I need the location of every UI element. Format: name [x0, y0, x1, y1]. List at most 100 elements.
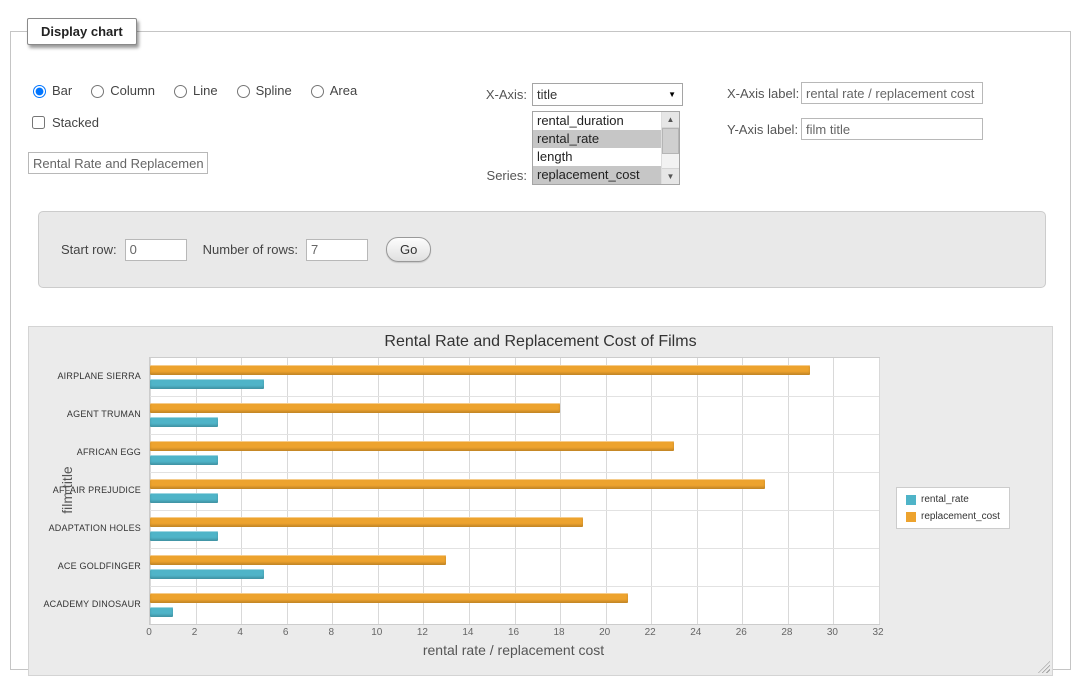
chart-bar-rental_rate — [150, 417, 218, 427]
listbox-scrollbar[interactable]: ▲ ▼ — [661, 112, 679, 184]
grid-line-v — [742, 358, 743, 624]
resize-handle-icon[interactable] — [1038, 661, 1050, 673]
chart-bar-replacement_cost — [150, 403, 560, 413]
series-option-rental_duration[interactable]: rental_duration — [533, 112, 661, 130]
x-axis-select[interactable]: title — [533, 84, 682, 105]
series-option-replacement_cost[interactable]: replacement_cost — [533, 166, 661, 184]
grid-line-v — [287, 358, 288, 624]
y-axis-title: film title — [59, 466, 75, 513]
x-axis-title: rental rate / replacement cost — [149, 642, 878, 658]
grid-line-v — [879, 358, 880, 624]
x-tick-label: 28 — [781, 627, 792, 638]
chart: Rental Rate and Replacement Cost of Film… — [28, 326, 1053, 676]
chart-bar-replacement_cost — [150, 479, 765, 489]
series-option-rental_rate[interactable]: rental_rate — [533, 130, 661, 148]
x-tick-label: 2 — [192, 627, 198, 638]
series-options: rental_durationrental_ratelengthreplacem… — [533, 112, 661, 184]
stacked-option[interactable]: Stacked — [28, 113, 99, 132]
x-tick-label: 10 — [371, 627, 382, 638]
legend-swatch-icon — [906, 512, 916, 522]
grid-line-v — [833, 358, 834, 624]
chart-type-column[interactable]: Column — [86, 82, 155, 98]
grid-line-v — [241, 358, 242, 624]
x-tick-label: 12 — [417, 627, 428, 638]
category-label: AGENT TRUMAN — [29, 409, 141, 419]
x-tick-label: 26 — [736, 627, 747, 638]
chart-bar-replacement_cost — [150, 441, 674, 451]
grid-line-v — [788, 358, 789, 624]
legend-item-replacement_cost[interactable]: replacement_cost — [906, 511, 1000, 522]
series-select-label: Series: — [431, 168, 527, 183]
category-label: AIRPLANE SIERRA — [29, 371, 141, 381]
grid-line-v — [560, 358, 561, 624]
start-row-label: Start row: — [61, 242, 117, 257]
scrollbar-thumb[interactable] — [662, 128, 679, 154]
series-option-length[interactable]: length — [533, 148, 661, 166]
chart-type-label: Column — [110, 83, 155, 98]
chart-bar-replacement_cost — [150, 555, 446, 565]
legend-swatch-icon — [906, 495, 916, 505]
x-axis-select-wrap: title ▼ — [532, 83, 683, 106]
grid-line-v — [651, 358, 652, 624]
chart-type-radio-spline[interactable] — [237, 85, 250, 98]
category-label: ACADEMY DINOSAUR — [29, 599, 141, 609]
chart-bar-rental_rate — [150, 493, 218, 503]
x-tick-label: 16 — [508, 627, 519, 638]
chart-bar-rental_rate — [150, 455, 218, 465]
go-button[interactable]: Go — [386, 237, 431, 262]
grid-line-h — [150, 510, 879, 511]
x-tick-label: 14 — [462, 627, 473, 638]
scroll-up-icon[interactable]: ▲ — [662, 112, 679, 128]
chart-bar-replacement_cost — [150, 593, 628, 603]
chart-title: Rental Rate and Replacement Cost of Film… — [29, 333, 1052, 351]
x-tick-label: 8 — [328, 627, 334, 638]
chart-title-input[interactable] — [28, 152, 208, 174]
category-label: AFFAIR PREJUDICE — [29, 485, 141, 495]
category-label: ACE GOLDFINGER — [29, 561, 141, 571]
grid-line-h — [150, 396, 879, 397]
chart-type-bar[interactable]: Bar — [28, 82, 72, 98]
x-tick-label: 22 — [645, 627, 656, 638]
chart-bar-rental_rate — [150, 531, 218, 541]
num-rows-input[interactable] — [306, 239, 368, 261]
category-label: ADAPTATION HOLES — [29, 523, 141, 533]
num-rows-label: Number of rows: — [203, 242, 298, 257]
legend-label: rental_rate — [921, 494, 969, 505]
x-tick-label: 24 — [690, 627, 701, 638]
stacked-checkbox[interactable] — [32, 116, 45, 129]
chart-bar-rental_rate — [150, 379, 264, 389]
x-tick-label: 18 — [554, 627, 565, 638]
chart-type-radio-bar[interactable] — [33, 85, 46, 98]
x-axis-label-input[interactable] — [801, 82, 983, 104]
x-tick-label: 30 — [827, 627, 838, 638]
chart-legend: rental_rate replacement_cost — [896, 487, 1010, 529]
grid-line-h — [150, 586, 879, 587]
y-axis-label-input[interactable] — [801, 118, 983, 140]
grid-line-v — [515, 358, 516, 624]
chart-type-line[interactable]: Line — [169, 82, 218, 98]
x-tick-label: 20 — [599, 627, 610, 638]
chart-bar-rental_rate — [150, 569, 264, 579]
display-chart-panel: Display chart BarColumnLineSplineArea St… — [10, 18, 1071, 670]
legend-item-rental_rate[interactable]: rental_rate — [906, 494, 1000, 505]
grid-line-v — [697, 358, 698, 624]
chart-type-radio-area[interactable] — [311, 85, 324, 98]
x-tick-label: 6 — [283, 627, 289, 638]
x-tick-label: 32 — [872, 627, 883, 638]
start-row-input[interactable] — [125, 239, 187, 261]
chart-type-radio-column[interactable] — [91, 85, 104, 98]
stacked-label: Stacked — [52, 115, 99, 130]
chart-type-radios: Bar Column Line Spline Area — [28, 82, 357, 98]
chart-type-spline[interactable]: Spline — [232, 82, 292, 98]
grid-line-v — [378, 358, 379, 624]
grid-line-v — [332, 358, 333, 624]
series-listbox[interactable]: rental_durationrental_ratelengthreplacem… — [532, 111, 680, 185]
grid-line-v — [150, 358, 151, 624]
rows-panel: Start row: Number of rows: Go — [38, 211, 1046, 288]
scroll-down-icon[interactable]: ▼ — [662, 168, 679, 184]
x-axis-label-label: X-Axis label: — [727, 86, 799, 101]
chart-type-radio-line[interactable] — [174, 85, 187, 98]
chart-type-label: Line — [193, 83, 218, 98]
grid-line-v — [423, 358, 424, 624]
chart-type-area[interactable]: Area — [306, 82, 357, 98]
